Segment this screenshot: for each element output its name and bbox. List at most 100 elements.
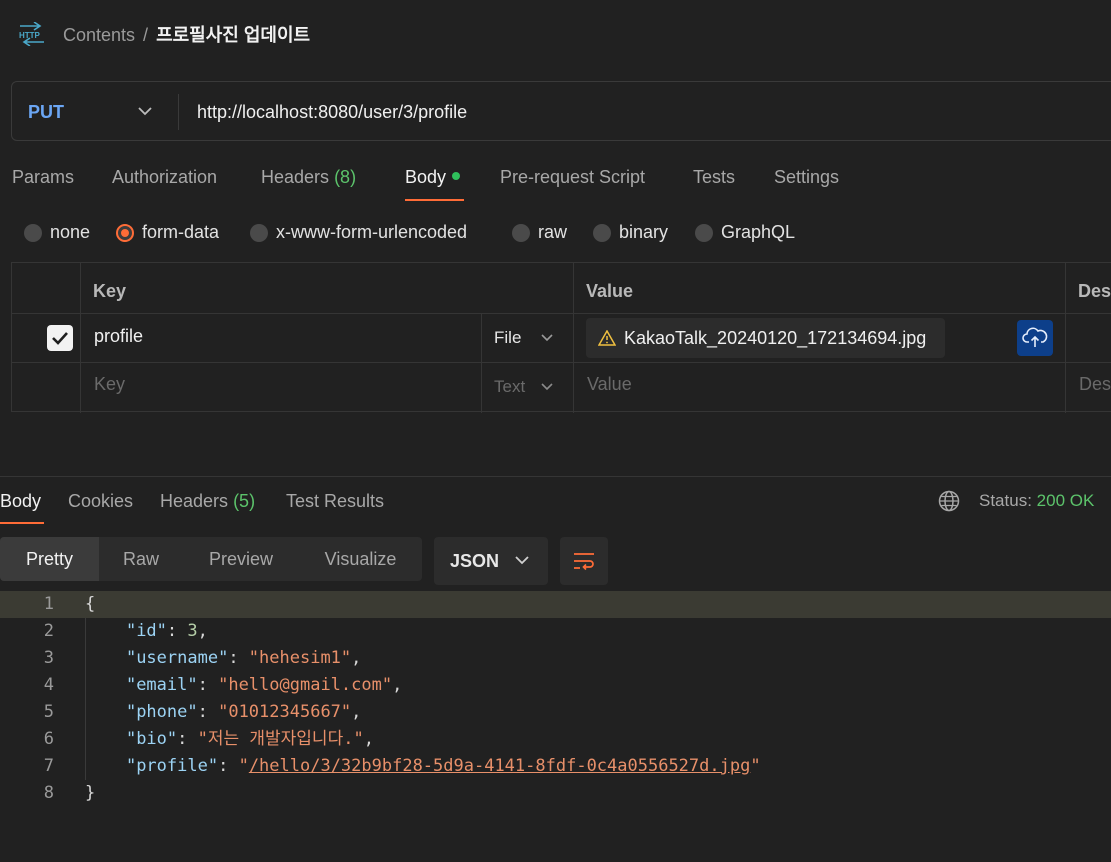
new-type-select[interactable]: Text: [494, 377, 525, 397]
new-key-input[interactable]: Key: [94, 374, 125, 395]
chevron-down-icon[interactable]: [136, 102, 154, 120]
radio-circle-selected: [116, 223, 134, 242]
code-line: 6 "bio": "저는 개발자입니다.",: [0, 726, 1111, 753]
view-visualize[interactable]: Visualize: [299, 537, 422, 581]
file-name: KakaoTalk_20240120_172134694.jpg: [624, 327, 927, 348]
wrap-lines-icon: [574, 553, 594, 571]
code-text: {: [85, 594, 96, 614]
row-enabled-checkbox[interactable]: [47, 325, 73, 351]
view-raw[interactable]: Raw: [99, 537, 183, 581]
chevron-down-icon[interactable]: [540, 380, 554, 394]
radio-circle: [250, 223, 268, 242]
response-code-view[interactable]: 1{ 2 "id": 3, 3 "username": "hehesim1", …: [0, 591, 1111, 807]
status-label: Status:: [979, 491, 1032, 510]
wrap-lines-button[interactable]: [560, 537, 608, 585]
line-number: 3: [43, 648, 54, 668]
tab-body[interactable]: Body: [405, 167, 461, 188]
response-tab-body[interactable]: Body: [0, 491, 41, 512]
column-header-value: Value: [586, 281, 634, 301]
code-line: 1{: [0, 591, 1111, 618]
code-line: 2 "id": 3,: [0, 618, 1111, 645]
col-divider: [1065, 263, 1066, 413]
code-line: 4 "email": "hello@gmail.com",: [0, 672, 1111, 699]
view-preview[interactable]: Preview: [183, 537, 299, 581]
line-number: 2: [43, 621, 54, 641]
profile-url-link[interactable]: /hello/3/32b9bf28-5d9a-4141-8fdf-0c4a055…: [249, 756, 751, 776]
response-tab-headers[interactable]: Headers (5): [160, 491, 255, 512]
response-tab-headers-label: Headers: [160, 491, 229, 511]
response-headers-count: (5): [233, 491, 256, 511]
json-quote: ": [238, 756, 249, 776]
tab-pre-request-script[interactable]: Pre-request Script: [500, 167, 645, 188]
line-number: 5: [43, 702, 54, 722]
radio-circle: [593, 223, 611, 242]
line-number: 4: [43, 675, 54, 695]
view-mode-toggle: Pretty Raw Preview Visualize: [0, 537, 422, 581]
radio-graphql[interactable]: GraphQL: [695, 222, 795, 243]
form-data-table: Key Value Des profile File KakaoTalk_202…: [11, 262, 1111, 413]
json-key: "id": [125, 621, 167, 641]
radio-circle: [695, 223, 713, 242]
radio-label: x-www-form-urlencoded: [276, 222, 468, 242]
new-description-input[interactable]: Des: [1079, 374, 1111, 395]
code-text: "profile": "/hello/3/32b9bf28-5d9a-4141-…: [125, 756, 761, 776]
response-divider[interactable]: [0, 476, 1111, 477]
radio-label: binary: [619, 222, 669, 242]
line-number: 7: [43, 756, 54, 776]
radio-binary[interactable]: binary: [593, 222, 668, 243]
tab-params[interactable]: Params: [12, 167, 74, 188]
warning-icon: [598, 330, 616, 346]
method-select[interactable]: PUT: [28, 102, 64, 123]
tab-tests[interactable]: Tests: [693, 167, 735, 188]
chevron-down-icon[interactable]: [540, 331, 554, 345]
globe-icon[interactable]: [938, 490, 960, 512]
json-key: "bio": [125, 729, 178, 749]
radio-label: form-data: [142, 222, 220, 242]
request-title[interactable]: 프로필사진 업데이트: [156, 25, 310, 45]
tab-settings[interactable]: Settings: [774, 167, 839, 188]
status-value: 200 OK: [1036, 491, 1095, 510]
type-select[interactable]: File: [494, 328, 521, 348]
tab-authorization[interactable]: Authorization: [112, 167, 217, 188]
url-bar: PUT http://localhost:8080/user/3/profile: [11, 81, 1111, 141]
response-tab-cookies[interactable]: Cookies: [68, 491, 133, 512]
headers-count: (8): [334, 167, 357, 187]
code-text: "id": 3,: [125, 621, 208, 641]
body-indicator-dot: [452, 172, 461, 181]
col-divider: [481, 313, 482, 413]
code-text: "phone": "01012345667",: [125, 702, 362, 722]
view-pretty[interactable]: Pretty: [0, 537, 99, 581]
line-number: 6: [43, 729, 54, 749]
code-line: 5 "phone": "01012345667",: [0, 699, 1111, 726]
breadcrumb: Contents / 프로필사진 업데이트: [63, 21, 310, 47]
radio-none[interactable]: none: [24, 222, 90, 243]
check-icon: [52, 332, 68, 345]
url-input[interactable]: http://localhost:8080/user/3/profile: [197, 102, 467, 123]
code-line: 8}: [0, 780, 1111, 807]
line-number: 8: [43, 783, 54, 803]
radio-raw[interactable]: raw: [512, 222, 567, 243]
response-status[interactable]: Status: 200 OK: [979, 491, 1094, 511]
code-text: "username": "hehesim1",: [125, 648, 362, 668]
tab-headers[interactable]: Headers (8): [261, 167, 356, 188]
json-value: "hehesim1": [248, 648, 352, 668]
radio-form-data[interactable]: form-data: [116, 222, 219, 243]
breadcrumb-parent[interactable]: Contents: [63, 25, 135, 45]
json-value: "hello@gmail.com": [218, 675, 393, 695]
radio-x-www-form-urlencoded[interactable]: x-www-form-urlencoded: [250, 222, 467, 243]
radio-circle: [512, 223, 530, 242]
radio-label: none: [50, 222, 91, 242]
tab-headers-label: Headers: [261, 167, 330, 187]
cloud-upload-button[interactable]: [1017, 320, 1053, 356]
line-number: 1: [43, 594, 54, 614]
code-text: "bio": "저는 개발자입니다.",: [125, 729, 374, 749]
file-chip[interactable]: KakaoTalk_20240120_172134694.jpg: [586, 318, 945, 358]
active-tab-indicator: [0, 522, 44, 524]
response-tab-test-results[interactable]: Test Results: [286, 491, 384, 512]
code-line: 3 "username": "hehesim1",: [0, 645, 1111, 672]
key-input[interactable]: profile: [94, 326, 143, 347]
new-value-input[interactable]: Value: [587, 374, 632, 395]
format-select[interactable]: JSON: [434, 537, 548, 585]
json-value: "저는 개발자입니다.": [197, 729, 364, 749]
active-tab-indicator: [405, 199, 464, 201]
